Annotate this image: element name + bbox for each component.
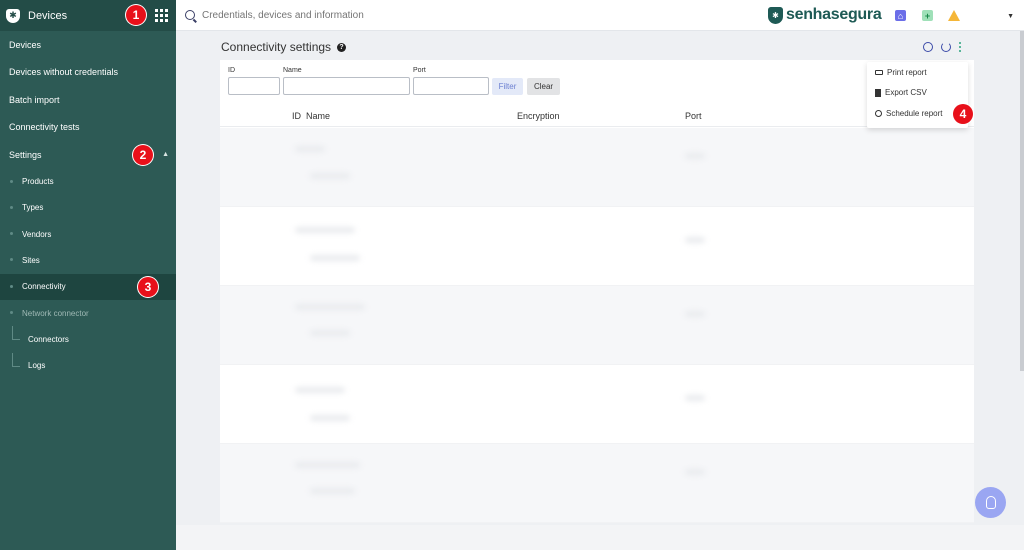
port-filter-label: Port	[413, 67, 426, 74]
tips-button[interactable]	[975, 487, 1006, 518]
sidebar-subitem-products[interactable]: Products	[0, 169, 176, 195]
footer	[176, 525, 1024, 550]
header-actions	[923, 42, 961, 52]
page-title-text: Connectivity settings	[221, 40, 332, 54]
column-header-port[interactable]: Port	[685, 111, 702, 121]
sidebar-subitem-label: Vendors	[22, 229, 52, 239]
annotation-badge-2: 2	[133, 145, 153, 165]
sidebar-subitem-label: Sites	[22, 256, 40, 266]
sidebar-item-batch-import[interactable]: Batch import	[0, 86, 176, 114]
id-filter-label: ID	[228, 67, 235, 74]
sidebar-item-devices-without-credentials[interactable]: Devices without credentials	[0, 59, 176, 87]
sidebar-item-label: Devices	[9, 39, 42, 50]
column-header-id[interactable]: ID	[292, 111, 301, 121]
lightbulb-icon	[985, 496, 996, 509]
report-card: ID Name Port Filter Clear ID Name Encryp…	[220, 60, 974, 523]
port-filter-input[interactable]	[413, 77, 489, 95]
sidebar-subitem-connectors[interactable]: Connectors	[0, 326, 176, 352]
brand-logo: ✱ senhasegura	[768, 6, 882, 24]
name-filter-input[interactable]	[283, 77, 410, 95]
sidebar-item-devices[interactable]: Devices	[0, 31, 176, 59]
column-header-encryption[interactable]: Encryption	[517, 111, 560, 121]
menu-item-label: Print report	[887, 67, 927, 77]
sidebar-header: ✱ Devices	[0, 0, 176, 31]
table-row[interactable]	[220, 207, 974, 286]
chevron-up-icon: ▲	[162, 151, 169, 159]
sidebar-subitem-sites[interactable]: Sites	[0, 247, 176, 273]
export-menu: Print report Export CSV Schedule report	[867, 62, 968, 128]
more-options-icon[interactable]	[959, 42, 961, 52]
table-row[interactable]	[220, 365, 974, 444]
table-body	[220, 128, 974, 523]
sidebar-subitem-label: Products	[22, 177, 54, 187]
sidebar-subitem-network-connector[interactable]: Network connector	[0, 300, 176, 326]
user-menu-chevron-icon[interactable]: ▼	[1007, 13, 1014, 20]
sidebar-subitem-label: Network connector	[22, 308, 89, 318]
sidebar-subitem-label: Logs	[28, 361, 46, 371]
search-icon	[185, 10, 195, 20]
column-header-name[interactable]: Name	[306, 111, 330, 121]
refresh-icon[interactable]	[941, 42, 951, 52]
table-row[interactable]	[220, 286, 974, 365]
clear-button[interactable]: Clear	[527, 78, 560, 95]
sidebar-item-connectivity-tests[interactable]: Connectivity tests	[0, 114, 176, 142]
search-input[interactable]	[202, 9, 502, 21]
export-csv-item[interactable]: Export CSV	[867, 83, 968, 104]
filter-button[interactable]: Filter	[492, 78, 523, 95]
brand-name: senhasegura	[786, 6, 882, 23]
table-row[interactable]	[220, 444, 974, 523]
sidebar-item-label: Devices without credentials	[9, 67, 119, 78]
printer-icon	[875, 69, 883, 75]
sidebar-item-label: Connectivity tests	[9, 122, 80, 133]
shield-logo-icon: ✱	[6, 8, 20, 23]
home-icon[interactable]: ⌂	[895, 10, 906, 21]
sidebar-subitem-vendors[interactable]: Vendors	[0, 221, 176, 247]
add-icon[interactable]: +	[922, 10, 933, 21]
sidebar-subitem-label: Types	[22, 203, 44, 213]
table-row[interactable]	[220, 128, 974, 207]
annotation-badge-1: 1	[126, 5, 146, 25]
table-header: ID Name Encryption Port	[220, 105, 974, 127]
menu-item-label: Schedule report	[886, 108, 943, 118]
name-filter-label: Name	[283, 67, 302, 74]
filter-bar: ID Name Port Filter Clear	[220, 60, 974, 104]
sidebar: ✱ Devices Devices Devices without creden…	[0, 0, 176, 550]
topbar: ✱ senhasegura ⌂ + ▼	[176, 0, 1024, 31]
sidebar-subitem-label: Connectivity	[22, 282, 66, 292]
sidebar-item-label: Settings	[9, 149, 42, 160]
sidebar-subitem-label: Connectors	[28, 334, 69, 344]
menu-item-label: Export CSV	[885, 88, 927, 98]
sidebar-title: Devices	[28, 9, 68, 22]
id-filter-input[interactable]	[228, 77, 280, 95]
brand-shield-icon: ✱	[768, 6, 783, 24]
sidebar-subitem-types[interactable]: Types	[0, 195, 176, 221]
print-report-item[interactable]: Print report	[867, 62, 968, 83]
warning-icon[interactable]	[948, 10, 960, 21]
annotation-badge-4: 4	[953, 104, 973, 124]
file-icon	[875, 88, 881, 97]
scrollbar[interactable]	[1020, 31, 1024, 371]
status-circle-icon[interactable]	[923, 42, 933, 52]
annotation-badge-3: 3	[138, 277, 158, 297]
sidebar-item-label: Batch import	[9, 94, 60, 105]
help-icon[interactable]: ?	[337, 42, 347, 52]
page-title: Connectivity settings ?	[221, 40, 347, 54]
clock-icon	[875, 109, 882, 117]
sidebar-subitem-logs[interactable]: Logs	[0, 352, 176, 379]
apps-grid-icon[interactable]	[155, 9, 168, 22]
